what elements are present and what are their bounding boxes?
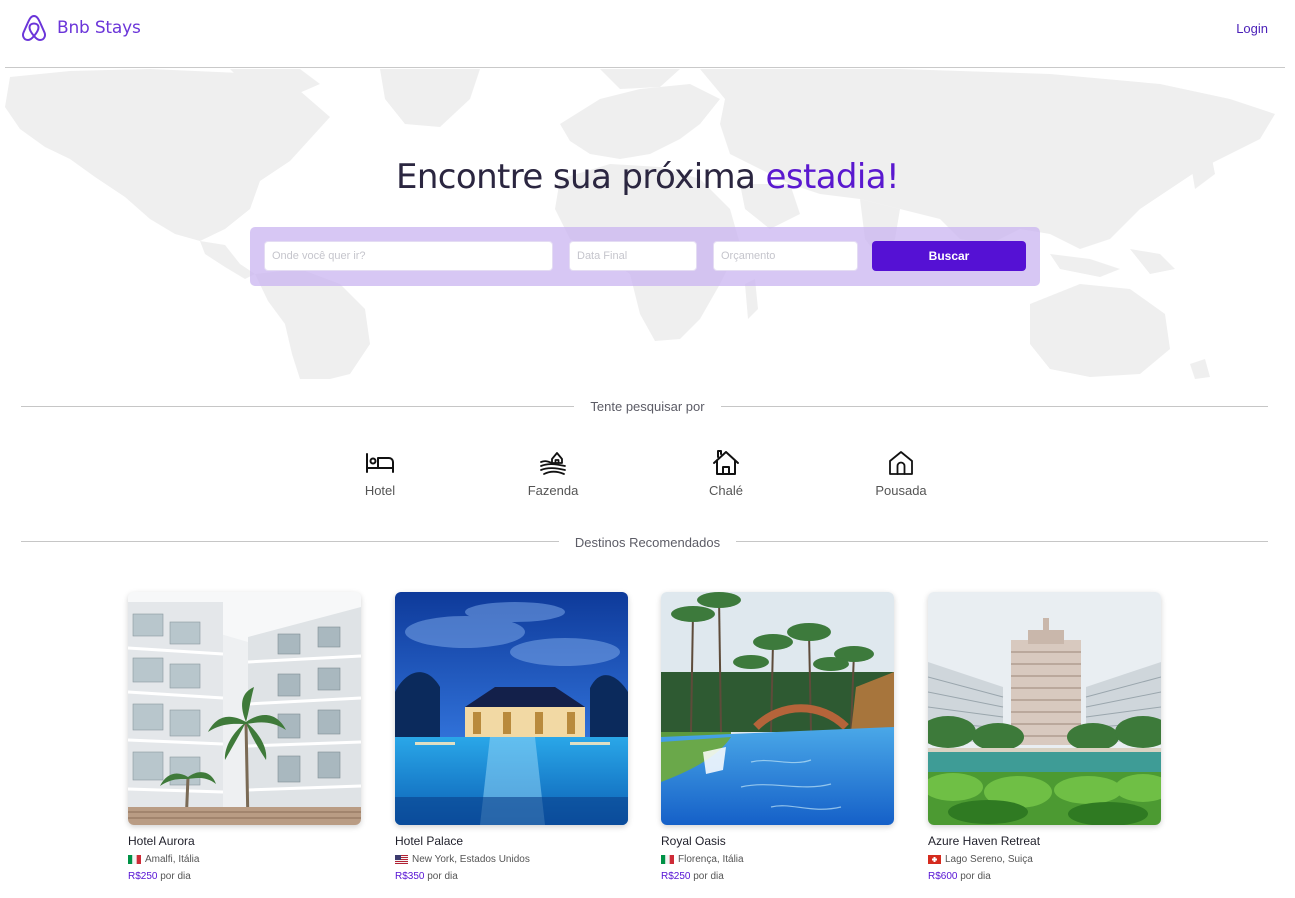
house-icon [889, 451, 913, 475]
category-hotel[interactable]: Hotel [325, 448, 435, 498]
switzerland-flag-icon [928, 855, 941, 864]
card-title: Hotel Aurora [128, 834, 195, 848]
search-button[interactable]: Buscar [872, 241, 1026, 271]
card-location-text: Amalfi, Itália [145, 854, 200, 865]
royal-oasis-photo [661, 592, 894, 825]
navbar: Bnb Stays Login [5, 0, 1285, 68]
card-price: R$250 por dia [128, 871, 361, 882]
card-location-text: Florença, Itália [678, 854, 744, 865]
card-price: R$250 por dia [661, 871, 894, 882]
category-farm[interactable]: Fazenda [498, 448, 608, 498]
azure-haven-retreat-photo [928, 592, 1161, 825]
destination-card[interactable]: Hotel Palace New York, Estados Unidos R$… [395, 592, 628, 882]
farm-icon [540, 452, 566, 475]
category-label: Pousada [875, 483, 927, 498]
category-label: Hotel [364, 483, 396, 498]
brand-name: Bnb Stays [57, 18, 141, 38]
card-location-text: New York, Estados Unidos [412, 854, 530, 865]
categories-heading-text: Tente pesquisar por [574, 399, 721, 414]
destinations-heading-text: Destinos Recomendados [558, 535, 737, 550]
category-inn[interactable]: Pousada [846, 448, 956, 498]
login-link[interactable]: Login [1236, 21, 1268, 36]
card-price-amount: R$600 [928, 871, 958, 882]
hotel-palace-photo [395, 592, 628, 825]
card-price: R$600 por dia [928, 871, 1161, 882]
destination-card[interactable]: Royal Oasis Florença, Itália R$250 por d… [661, 592, 894, 882]
category-chalet[interactable]: Chalé [671, 448, 781, 498]
hero-section: Encontre sua próxima estadia! Buscar [0, 69, 1295, 379]
card-title: Royal Oasis [661, 834, 726, 848]
hotel-aurora-photo [128, 592, 361, 825]
category-label: Fazenda [527, 483, 579, 498]
card-price-amount: R$250 [661, 871, 691, 882]
hero-title-highlight: estadia! [765, 157, 900, 197]
italy-flag-icon [128, 855, 141, 864]
card-title: Azure Haven Retreat [928, 834, 1041, 848]
destination-card[interactable]: Azure Haven Retreat Lago Sereno, Suiça R… [928, 592, 1161, 882]
card-price-suffix: por dia [957, 871, 991, 882]
card-location: New York, Estados Unidos [395, 854, 628, 865]
world-map-background [5, 69, 1275, 379]
card-price-amount: R$350 [395, 871, 425, 882]
hero-title-prefix: Encontre sua próxima [395, 157, 766, 197]
budget-input[interactable] [713, 241, 858, 271]
destinations-heading: Destinos Recomendados [0, 535, 1295, 550]
brand-link[interactable]: Bnb Stays [20, 13, 141, 43]
card-location: Lago Sereno, Suiça [928, 854, 1161, 865]
chalet-icon [713, 450, 739, 475]
category-label: Chalé [709, 483, 743, 498]
card-location: Florença, Itália [661, 854, 894, 865]
end-date-input[interactable] [569, 241, 697, 271]
card-title: Hotel Palace [395, 834, 464, 848]
usa-flag-icon [395, 855, 408, 864]
categories-heading: Tente pesquisar por [0, 399, 1295, 414]
card-price: R$350 por dia [395, 871, 628, 882]
card-price-suffix: por dia [424, 871, 458, 882]
card-price-suffix: por dia [157, 871, 191, 882]
italy-flag-icon [661, 855, 674, 864]
card-price-amount: R$250 [128, 871, 158, 882]
hero-title: Encontre sua próxima estadia! [0, 157, 1295, 197]
destination-card[interactable]: Hotel Aurora Amalfi, Itália R$250 por di… [128, 592, 361, 882]
bed-icon [366, 453, 394, 473]
card-price-suffix: por dia [690, 871, 724, 882]
airbnb-logo-icon [22, 15, 46, 41]
card-location: Amalfi, Itália [128, 854, 361, 865]
search-panel: Buscar [250, 227, 1040, 286]
destination-input[interactable] [264, 241, 553, 271]
card-location-text: Lago Sereno, Suiça [945, 854, 1033, 865]
